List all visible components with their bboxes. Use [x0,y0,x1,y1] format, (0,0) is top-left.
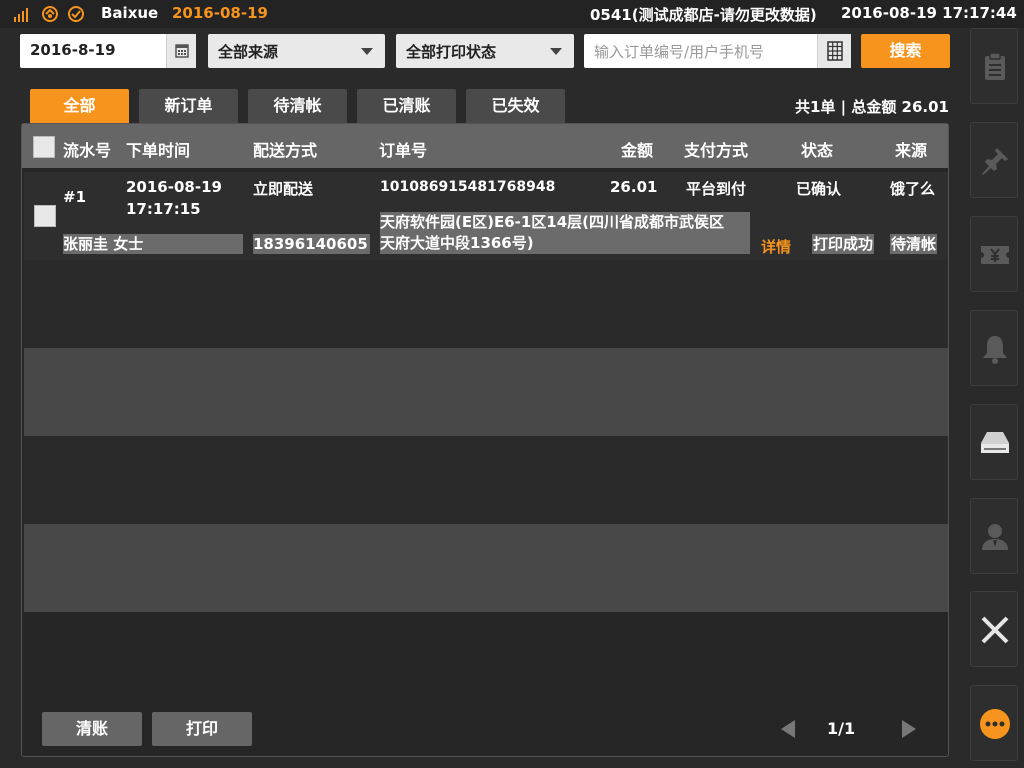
row-address-line1: 天府软件园(E区)E6-1区14层(四川省成都市武侯区 [380,213,725,231]
clipboard-icon [985,52,1005,80]
keypad-icon [827,41,843,61]
printer-icon [981,432,1009,453]
search-button[interactable]: 搜索 [861,34,950,68]
row-date: 2016-08-19 [126,178,222,196]
calendar-icon [175,44,189,58]
check-circle-icon [68,6,84,22]
col-status: 状态 [801,141,834,160]
user-icon [982,524,1008,550]
staff-rail-button[interactable] [970,498,1018,574]
row-delivery: 立即配送 [253,180,314,198]
row-time: 17:17:15 [126,200,201,218]
detail-link[interactable]: 详情 [761,236,791,257]
row-order-no: 101086915481768948 [380,179,556,195]
search-placeholder: 输入订单编号/用户手机号 [594,43,765,61]
col-amount: 金额 [621,141,654,160]
clock: 2016-08-19 17:17:44 [841,4,1017,22]
source-selected: 全部来源 [218,43,279,61]
order-summary: 共1单 | 总金额 26.01 [794,98,949,116]
bell-icon [983,336,1007,364]
date-input[interactable]: 2016-8-19 [20,34,196,68]
tab-expired[interactable]: 已失效 [466,89,565,123]
col-delivery: 配送方式 [253,141,318,160]
sync-icon [42,6,58,22]
calendar-button[interactable] [166,34,196,68]
tab-all[interactable]: 全部 [30,89,129,123]
table-row[interactable]: #1 2016-08-19 17:17:15 立即配送 101086915481… [24,172,948,260]
row-checkbox[interactable] [34,205,56,227]
tab-settled[interactable]: 已清账 [357,89,456,123]
row-settle-state: 待清帐 [890,234,938,254]
row-status: 已确认 [796,180,842,198]
empty-row [24,436,948,524]
row-customer: 张丽圭 女士 [63,234,243,254]
more-icon [980,709,1010,739]
date-value: 2016-8-19 [30,41,116,59]
chevron-down-icon [550,48,562,55]
col-order-no: 订单号 [379,141,428,160]
tab-new-orders[interactable]: 新订单 [139,89,238,123]
empty-row [24,348,948,436]
printer-rail-button[interactable] [970,404,1018,480]
pin-rail-button[interactable] [970,122,1018,198]
print-status-select[interactable]: 全部打印状态 [396,34,574,68]
col-source: 来源 [895,141,928,160]
empty-row [24,524,948,612]
signal-icon [14,8,28,22]
col-payment: 支付方式 [684,141,749,160]
next-page-button[interactable] [902,720,916,738]
business-date: 2016-08-19 [172,4,268,22]
table-header: 流水号 下单时间 配送方式 订单号 金额 支付方式 状态 来源 [22,124,948,168]
store-name: 0541(测试成都店-请勿更改数据) [590,6,817,24]
more-rail-button[interactable] [970,685,1018,761]
prev-page-button[interactable] [781,720,795,738]
orders-table: 流水号 下单时间 配送方式 订单号 金额 支付方式 状态 来源 #1 2016-… [21,123,949,757]
settle-button[interactable]: 清账 [42,712,142,746]
keypad-button[interactable] [817,34,851,68]
print-button[interactable]: 打印 [152,712,252,746]
row-phone: 18396140605 [253,234,370,254]
row-source: 饿了么 [890,180,936,198]
row-serial: #1 [63,188,87,206]
search-input[interactable]: 输入订单编号/用户手机号 [584,34,851,68]
source-select[interactable]: 全部来源 [208,34,385,68]
col-order-time: 下单时间 [126,141,191,160]
notification-rail-button[interactable] [970,310,1018,386]
user-name: Baixue [101,4,159,22]
row-address-line2: 天府大道中段1366号) [380,234,534,252]
tab-pending-settle[interactable]: 待清帐 [248,89,347,123]
row-print-state: 打印成功 [812,234,875,254]
close-rail-button[interactable] [970,591,1018,667]
ticket-yuan-icon [981,246,1009,264]
pin-icon [982,148,1008,175]
row-address: 天府软件园(E区)E6-1区14层(四川省成都市武侯区 天府大道中段1366号) [380,212,750,254]
select-all-checkbox[interactable] [33,136,55,158]
status-bar: Baixue 2016-08-19 0541(测试成都店-请勿更改数据) 201… [0,0,1024,28]
row-amount: 26.01 [610,178,658,196]
row-payment: 平台到付 [686,180,747,198]
print-status-selected: 全部打印状态 [406,43,497,61]
col-serial: 流水号 [63,141,112,160]
page-indicator: 1/1 [827,719,856,738]
empty-row [24,260,948,348]
orders-rail-button[interactable] [970,28,1018,104]
finance-rail-button[interactable] [970,216,1018,292]
chevron-down-icon [361,48,373,55]
close-icon [981,616,1009,644]
